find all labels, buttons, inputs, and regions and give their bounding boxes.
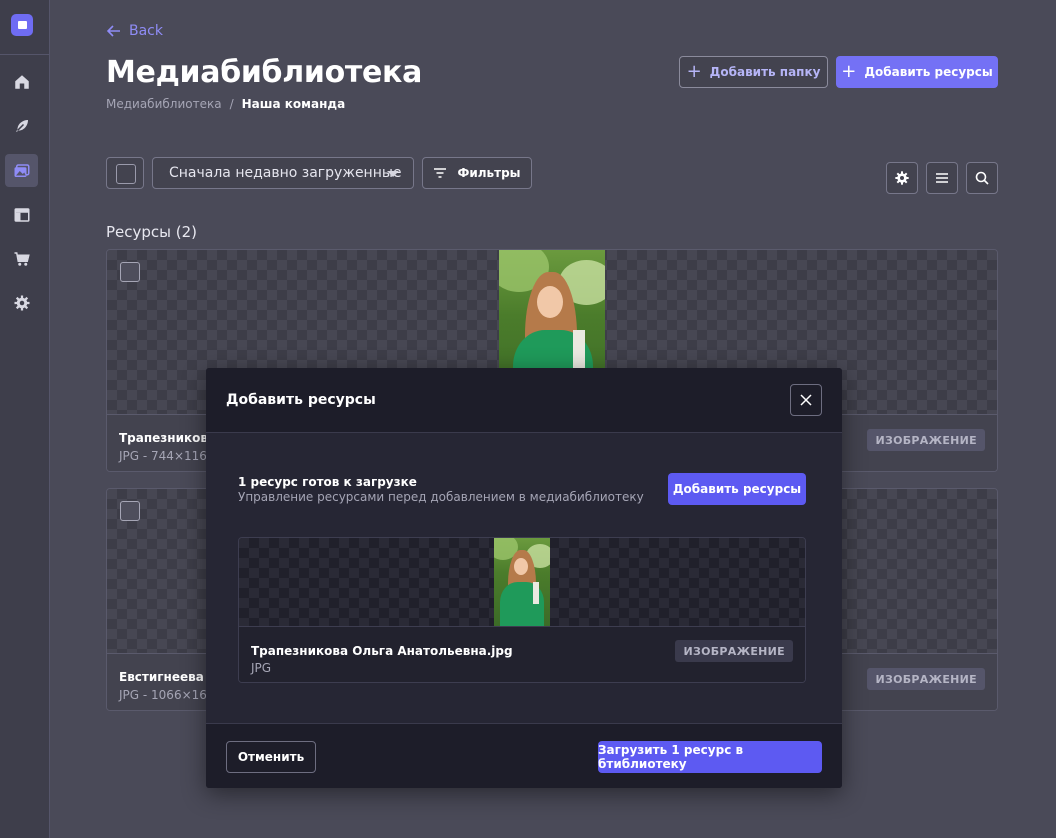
home-icon[interactable] <box>5 65 38 98</box>
gear-icon <box>895 171 909 185</box>
ready-count: 1 ресурс готов к загрузке <box>238 475 417 489</box>
breadcrumb-current: Наша команда <box>241 97 346 111</box>
logo-icon[interactable] <box>11 14 33 36</box>
add-assets-label: Добавить ресурсы <box>864 65 993 79</box>
back-link[interactable]: Back <box>107 23 163 39</box>
sort-value: Сначала недавно загруженные <box>169 165 402 181</box>
asset-meta: JPG - 744×1165 <box>119 449 215 463</box>
filters-label: Фильтры <box>457 166 521 180</box>
back-label: Back <box>129 23 163 39</box>
pending-asset-type-badge: ИЗОБРАЖЕНИЕ <box>675 640 793 662</box>
pending-asset-ext: JPG <box>251 661 272 675</box>
breadcrumb: Медиабиблиотека / Наша команда <box>106 97 346 111</box>
list-icon <box>936 173 948 183</box>
plus-icon: + <box>686 61 702 82</box>
main-navigation <box>0 0 50 838</box>
pending-asset-footer: Трапезникова Ольга Анатольевна.jpg JPG И… <box>239 626 805 682</box>
add-folder-label: Добавить папку <box>709 65 821 79</box>
pending-asset-thumbnail <box>494 538 550 626</box>
list-view-button[interactable] <box>926 162 958 194</box>
cancel-button[interactable]: Отменить <box>226 741 316 773</box>
filter-icon <box>434 168 447 178</box>
dialog-add-assets-button[interactable]: Добавить ресурсы <box>668 473 806 505</box>
select-all-checkbox[interactable] <box>106 157 144 189</box>
dialog-header: Добавить ресурсы <box>206 368 842 433</box>
upload-button[interactable]: Загрузить 1 ресурс в бтиблиотеку <box>598 741 822 773</box>
search-button[interactable] <box>966 162 998 194</box>
pending-asset-card[interactable]: Трапезникова Ольга Анатольевна.jpg JPG И… <box>238 537 806 683</box>
cart-icon[interactable] <box>5 242 38 275</box>
add-assets-button[interactable]: + Добавить ресурсы <box>836 56 998 88</box>
add-folder-button[interactable]: + Добавить папку <box>679 56 828 88</box>
breadcrumb-root[interactable]: Медиабиблиотека <box>106 97 222 111</box>
view-settings-button[interactable] <box>886 162 918 194</box>
search-icon <box>975 171 989 185</box>
asset-checkbox[interactable] <box>120 262 140 282</box>
close-icon <box>800 394 812 406</box>
dialog-footer: Отменить Загрузить 1 ресурс в бтиблиотек… <box>206 723 842 788</box>
media-library-icon[interactable] <box>5 154 38 187</box>
assets-heading: Ресурсы (2) <box>106 223 198 241</box>
pending-asset-name: Трапезникова Ольга Анатольевна.jpg <box>251 644 513 658</box>
sort-select[interactable]: Сначала недавно загруженные <box>152 157 414 189</box>
asset-type-badge: ИЗОБРАЖЕНИЕ <box>867 668 985 690</box>
plus-icon: + <box>841 61 857 82</box>
filters-button[interactable]: Фильтры <box>422 157 532 189</box>
arrow-left-icon <box>107 25 120 37</box>
ready-description: Управление ресурсами перед добавлением в… <box>238 490 644 504</box>
add-assets-dialog: Добавить ресурсы 1 ресурс готов к загруз… <box>206 368 842 788</box>
asset-type-badge: ИЗОБРАЖЕНИЕ <box>867 429 985 451</box>
settings-icon[interactable] <box>5 286 38 319</box>
page-title: Медиабиблиотека <box>106 55 423 90</box>
asset-checkbox[interactable] <box>120 501 140 521</box>
close-button[interactable] <box>790 384 822 416</box>
caret-down-icon <box>387 171 399 177</box>
dialog-title: Добавить ресурсы <box>226 392 376 408</box>
layout-icon[interactable] <box>5 198 38 231</box>
feather-icon[interactable] <box>5 109 38 142</box>
nav-divider <box>0 54 49 55</box>
